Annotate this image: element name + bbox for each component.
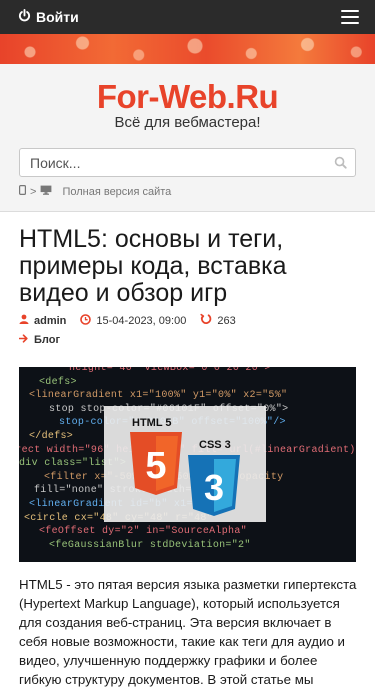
html-css-badges: HTML 5 CSS 3 5 3: [104, 406, 266, 522]
views-icon: [200, 313, 212, 328]
login-button[interactable]: Войти: [18, 9, 79, 25]
full-version-link[interactable]: Полная версия сайта: [62, 186, 171, 198]
code-line: <defs>: [39, 376, 77, 388]
article-intro: HTML5 - это пятая версия языка разметки …: [19, 577, 357, 687]
site-header: For-Web.Ru Всё для вебмастера! > Полная …: [0, 64, 375, 212]
article-image[interactable]: height="40" viewBox="0 0 20 20"> <defs> <l…: [19, 367, 356, 562]
header-banner-stripe: [0, 34, 375, 64]
site-tagline: Всё для вебмастера!: [114, 114, 261, 131]
code-line: <feGaussianBlur stdDeviation="2": [49, 539, 251, 551]
site-logo[interactable]: For-Web.Ru: [0, 78, 375, 116]
article-title: HTML5: основы и теги, примеры кода, вста…: [19, 225, 287, 307]
code-line: </defs>: [29, 431, 74, 442]
code-line: height="40" viewBox="0 0 20 20">: [69, 367, 271, 374]
css3-shield-number: 3: [204, 467, 224, 508]
css3-badge-label: CSS 3: [199, 439, 231, 451]
clock-icon: [80, 313, 92, 328]
desktop-icon[interactable]: [40, 185, 52, 198]
article-author[interactable]: admin: [34, 315, 66, 327]
breadcrumb-separator: >: [30, 185, 37, 198]
code-line: <linearGradient x1="100%" y1="0%" x2="5%…: [29, 390, 288, 402]
hamburger-icon[interactable]: [341, 10, 359, 24]
html5-badge-label: HTML 5: [132, 417, 172, 429]
code-line: <feOffset dy="2" in="SourceAlpha": [39, 526, 247, 538]
mobile-icon[interactable]: [19, 185, 27, 198]
arrow-right-icon: [18, 334, 28, 346]
article-views: 263: [217, 314, 236, 327]
search-icon[interactable]: [325, 149, 355, 176]
category-label: Блог: [34, 334, 61, 346]
login-label: Войти: [36, 9, 79, 25]
html5-shield-number: 5: [145, 445, 166, 487]
css3-shield-icon: 3: [188, 455, 240, 516]
breadcrumb: > Полная версия сайта: [19, 185, 171, 198]
article-category[interactable]: Блог: [18, 334, 61, 346]
user-icon: [19, 314, 29, 327]
power-icon: [18, 9, 31, 25]
search-input[interactable]: [20, 149, 325, 176]
article-meta: admin 15-04-2023, 09:00 263: [19, 313, 250, 328]
html5-shield-icon: 5: [130, 432, 182, 495]
top-bar: Войти: [0, 0, 375, 34]
search-box: [19, 148, 356, 177]
article-date: 15-04-2023, 09:00: [96, 314, 187, 327]
